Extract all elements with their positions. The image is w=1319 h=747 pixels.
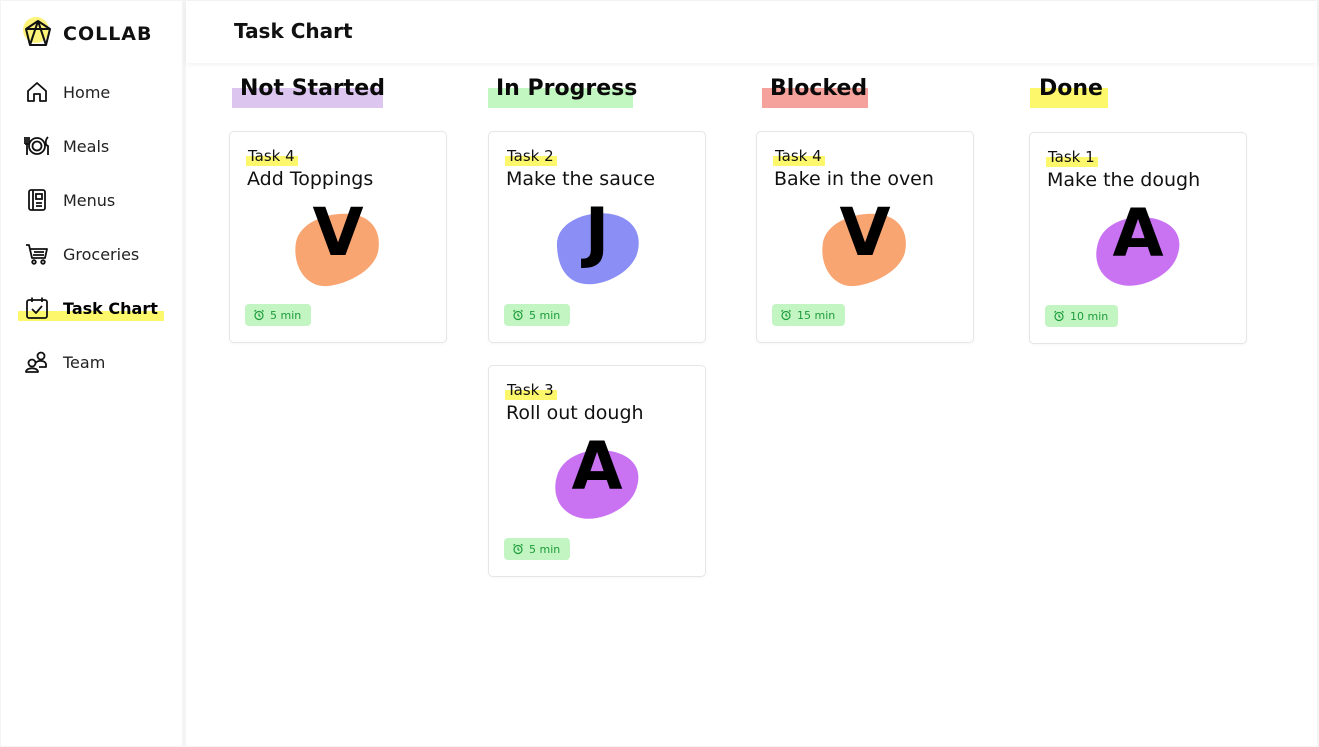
sidebar-nav: Home Meals Menus Groceries Task Chart Te… [1,65,182,389]
time-estimate-badge: 5 min [245,304,312,326]
task-number: Task 3 [505,381,557,400]
menu-book-icon [23,186,51,214]
plate-cutlery-icon [23,132,51,160]
sidebar-item-task-chart[interactable]: Task Chart [1,281,182,335]
time-estimate: 5 min [529,308,561,322]
sidebar-item-label: Home [63,82,111,102]
avatar-initial: J [584,194,610,271]
column-title: Blocked [770,76,868,101]
column-title: Done [1039,76,1103,101]
task-card[interactable]: Task 4 Bake in the oven V 15 min [756,131,974,343]
sidebar-item-menus[interactable]: Menus [1,173,182,227]
sidebar-item-team[interactable]: Team [1,335,182,389]
sidebar: COLLAB Home Meals Menus Groceries Task C… [1,1,182,746]
task-number-label: Task 4 [248,147,295,165]
sidebar-item-meals[interactable]: Meals [1,119,182,173]
sidebar-item-groceries[interactable]: Groceries [1,227,182,281]
task-title: Bake in the oven [774,168,934,190]
sidebar-item-label: Meals [63,136,110,156]
column-blocked: Blocked [760,76,980,112]
avatar-initial: A [571,428,623,505]
column-header: Blocked [760,76,980,112]
alarm-clock-icon [254,309,264,321]
app-name: COLLAB [63,23,153,45]
avatar-initial: V [312,194,364,271]
sidebar-item-label: Team [63,352,106,372]
home-icon [23,78,51,106]
avatar[interactable]: A [547,434,647,528]
column-header: Done [1029,76,1249,112]
column-in-progress: In Progress [486,76,706,112]
task-card[interactable]: Task 4 Add Toppings V 5 min [229,131,447,343]
time-estimate-badge: 5 min [504,304,571,326]
time-estimate-badge: 15 min [772,304,846,326]
column-done: Done [1029,76,1249,112]
time-estimate-badge: 10 min [1045,305,1119,327]
task-number-label: Task 3 [507,381,554,399]
task-title: Roll out dough [506,402,644,424]
task-card[interactable]: Task 2 Make the sauce J 5 min [488,131,706,343]
column-header: In Progress [486,76,706,112]
alarm-clock-icon [513,543,523,555]
task-card[interactable]: Task 3 Roll out dough A 5 min [488,365,706,577]
task-number: Task 4 [773,147,825,166]
task-number: Task 2 [505,147,557,166]
task-title: Make the dough [1047,169,1201,191]
time-estimate: 5 min [270,308,302,322]
app-logo[interactable]: COLLAB [21,17,153,51]
time-estimate: 5 min [529,542,561,556]
alarm-clock-icon [781,309,791,321]
task-number: Task 1 [1046,148,1098,167]
column-title: Not Started [240,76,385,101]
avatar[interactable]: A [1088,201,1188,295]
column-title: In Progress [496,76,638,101]
column-not-started: Not Started [230,76,450,112]
alarm-clock-icon [513,309,523,321]
collab-logo-icon [21,17,55,51]
task-number-label: Task 2 [507,147,554,165]
sidebar-item-label: Groceries [63,244,140,264]
task-title: Add Toppings [247,168,374,190]
page-title: Task Chart [234,19,353,43]
time-estimate-badge: 5 min [504,538,571,560]
cart-icon [23,240,51,268]
time-estimate: 10 min [1070,309,1109,323]
avatar[interactable]: J [547,200,647,294]
alarm-clock-icon [1054,310,1064,322]
task-number-label: Task 4 [775,147,822,165]
avatar-initial: A [1112,195,1164,272]
sidebar-item-label: Menus [63,190,116,210]
task-card[interactable]: Task 1 Make the dough A 10 min [1029,132,1247,344]
sidebar-item-label: Task Chart [63,298,158,318]
sidebar-item-home[interactable]: Home [1,65,182,119]
task-number: Task 4 [246,147,298,166]
avatar-initial: V [839,194,891,271]
main-content: Task Chart Not Started In Progress Block… [186,1,1317,746]
task-number-label: Task 1 [1048,148,1095,166]
avatar[interactable]: V [288,200,388,294]
avatar[interactable]: V [815,200,915,294]
time-estimate: 15 min [797,308,836,322]
column-header: Not Started [230,76,450,112]
top-bar: Task Chart [186,1,1317,63]
team-icon [23,348,51,376]
calendar-check-icon [23,294,51,322]
task-title: Make the sauce [506,168,656,190]
